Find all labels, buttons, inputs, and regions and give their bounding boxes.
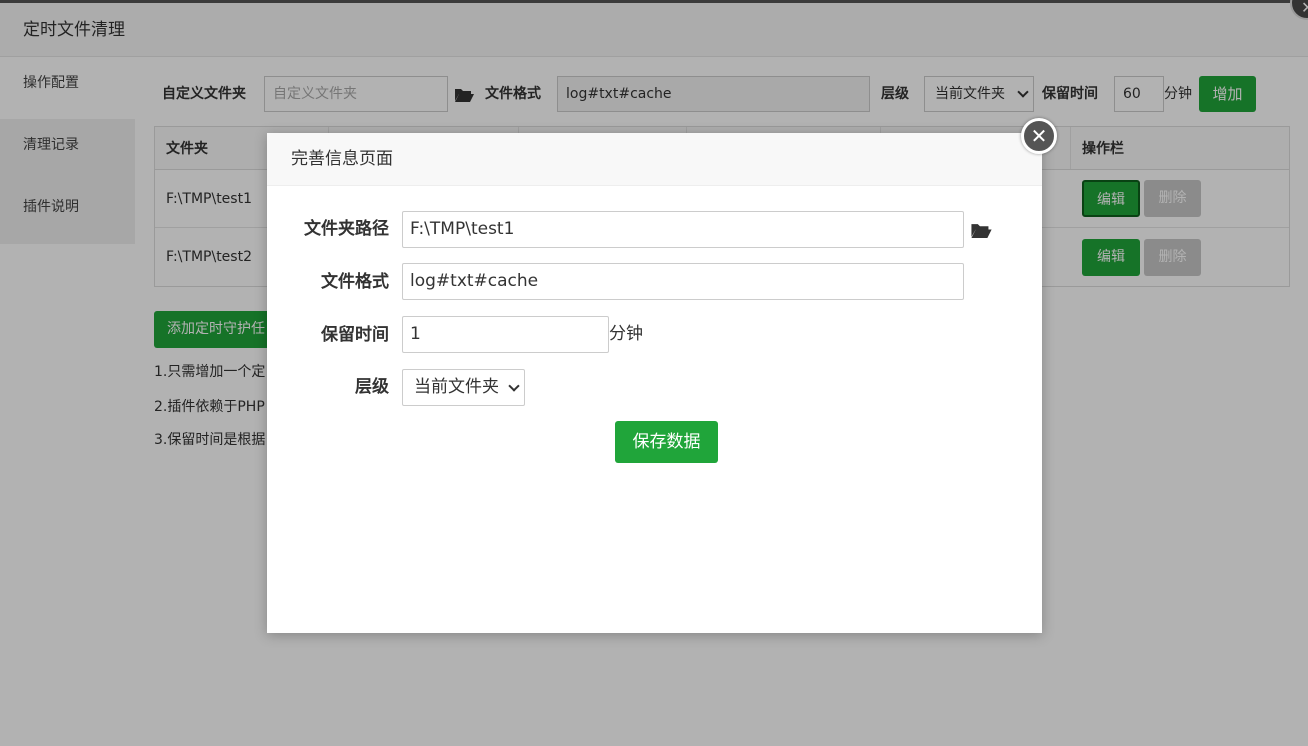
info-modal: 完善信息页面 文件夹路径 F:\TMP\test1 文件格式 log#txt#c… [267,133,1042,633]
modal-close-button[interactable]: ✕ [1021,118,1057,154]
save-button[interactable]: 保存数据 [615,421,718,463]
modal-title: 完善信息页面 [267,133,1042,186]
format-label: 文件格式 [321,272,389,292]
path-label: 文件夹路径 [304,219,389,239]
level-select-value: 当前文件夹 [414,377,499,397]
level-label: 层级 [355,377,389,397]
close-icon: ✕ [1030,124,1048,148]
chevron-down-icon [508,380,520,392]
retain-unit: 分钟 [609,324,643,344]
level-select[interactable]: 当前文件夹 [402,369,525,406]
retain-input[interactable]: 1 [402,316,609,353]
retain-label: 保留时间 [321,325,389,345]
path-input[interactable]: F:\TMP\test1 [402,211,964,248]
folder-open-icon[interactable] [970,222,992,239]
format-input[interactable]: log#txt#cache [402,263,964,300]
